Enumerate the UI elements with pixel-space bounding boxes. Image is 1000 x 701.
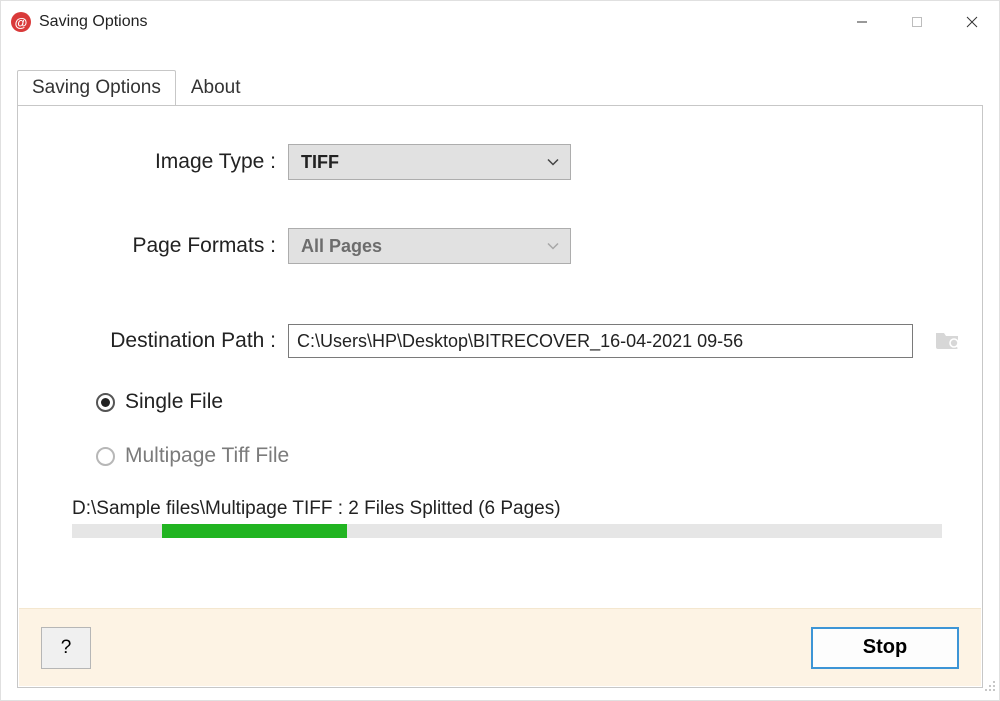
window-title: Saving Options — [39, 13, 834, 31]
row-image-type: Image Type : TIFF — [18, 144, 982, 180]
label-destination-path: Destination Path : — [18, 329, 288, 353]
page-formats-value: All Pages — [301, 236, 382, 257]
label-image-type: Image Type : — [18, 150, 288, 174]
radio-indicator-icon — [96, 393, 115, 412]
browse-folder-button[interactable] — [931, 326, 965, 356]
resize-grip-icon[interactable] — [983, 679, 997, 698]
progress-bar — [72, 524, 942, 538]
radio-single-file-label: Single File — [125, 390, 223, 414]
status-text: D:\Sample files\Multipage TIFF : 2 Files… — [72, 498, 982, 520]
close-button[interactable] — [944, 1, 999, 43]
minimize-button[interactable] — [834, 1, 889, 43]
image-type-value: TIFF — [301, 152, 339, 173]
page-formats-select: All Pages — [288, 228, 571, 264]
radio-multipage-tiff-label: Multipage Tiff File — [125, 444, 289, 468]
label-page-formats: Page Formats : — [18, 234, 288, 258]
tabstrip: Saving Options About — [17, 69, 999, 104]
image-type-select[interactable]: TIFF — [288, 144, 571, 180]
app-icon: @ — [11, 12, 31, 32]
window-frame: @ Saving Options Saving Options About Im… — [0, 0, 1000, 701]
tab-saving-options[interactable]: Saving Options — [17, 70, 176, 105]
output-mode-radios: Single File Multipage Tiff File — [96, 390, 982, 468]
chevron-down-icon — [546, 152, 560, 173]
folder-icon — [934, 327, 962, 356]
radio-indicator-icon — [96, 447, 115, 466]
bottom-bar: ? Stop — [19, 608, 981, 686]
tab-about[interactable]: About — [176, 70, 256, 105]
stop-button[interactable]: Stop — [811, 627, 959, 669]
radio-multipage-tiff[interactable]: Multipage Tiff File — [96, 444, 982, 468]
help-button[interactable]: ? — [41, 627, 91, 669]
titlebar: @ Saving Options — [1, 1, 999, 43]
destination-path-input[interactable] — [288, 324, 913, 358]
radio-single-file[interactable]: Single File — [96, 390, 982, 414]
chevron-down-icon — [546, 236, 560, 257]
row-page-formats: Page Formats : All Pages — [18, 228, 982, 264]
row-destination-path: Destination Path : — [18, 324, 982, 358]
panel-saving-options: Image Type : TIFF Page Formats : All Pag… — [17, 105, 983, 688]
maximize-button[interactable] — [889, 1, 944, 43]
progress-fill — [162, 524, 347, 538]
window-controls — [834, 1, 999, 43]
